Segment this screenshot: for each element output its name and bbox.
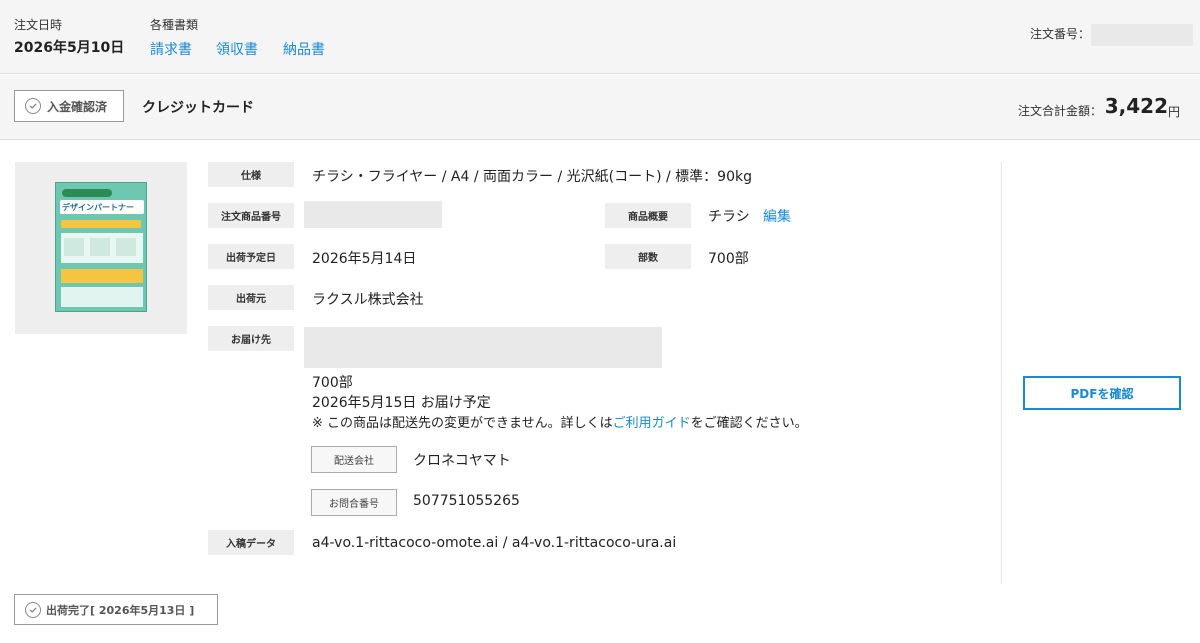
delivery-note-link[interactable]: 納品書 bbox=[283, 39, 325, 59]
data-files-label: 入稿データ bbox=[208, 530, 294, 555]
summary-label: 商品概要 bbox=[605, 203, 691, 228]
spec-value: チラシ・フライヤー / A4 / 両面カラー / 光沢紙(コート) / 標準：9… bbox=[312, 169, 752, 185]
destination-label: お届け先 bbox=[208, 326, 294, 351]
tracking-number: 507751055265 bbox=[413, 493, 520, 509]
order-date-label: 注文日時 bbox=[14, 18, 63, 32]
order-total-unit: 円 bbox=[1167, 105, 1180, 119]
order-number-redacted bbox=[1091, 24, 1193, 46]
notice-prefix: ※ この商品は配送先の変更ができません。詳しくは bbox=[312, 416, 613, 431]
shipper-label: 出荷元 bbox=[208, 285, 294, 310]
copies-label: 部数 bbox=[605, 244, 691, 269]
ship-date-label: 出荷予定日 bbox=[208, 244, 294, 269]
payment-status-label: 入金確認済 bbox=[47, 99, 108, 114]
usage-guide-link[interactable]: ご利用ガイド bbox=[613, 416, 691, 431]
flyer-image: デザインパートナー bbox=[55, 182, 147, 312]
notice-suffix: をご確認ください。 bbox=[690, 416, 808, 431]
check-circle-icon bbox=[25, 98, 41, 114]
change-notice: ※ この商品は配送先の変更ができません。詳しくはご利用ガイドをご確認ください。 bbox=[312, 412, 808, 431]
order-total-label: 注文合計金額： bbox=[1017, 104, 1102, 118]
order-date: 2026年5月10日 bbox=[14, 40, 125, 56]
product-number-label: 注文商品番号 bbox=[208, 203, 294, 228]
destination-copies: 700部 bbox=[312, 375, 353, 391]
ship-date-value: 2026年5月14日 bbox=[312, 251, 417, 267]
product-thumbnail: デザインパートナー bbox=[15, 162, 187, 334]
product-number-redacted bbox=[304, 201, 442, 228]
order-number-label: 注文番号： bbox=[1029, 27, 1090, 41]
check-pdf-button[interactable]: PDFを確認 bbox=[1023, 376, 1181, 410]
tracking-label: お問合番号 bbox=[311, 489, 397, 516]
edit-summary-link[interactable]: 編集 bbox=[763, 206, 791, 226]
shipment-status-badge: 出荷完了[ 2026年5月13日 ] bbox=[14, 594, 218, 625]
carrier-label: 配送会社 bbox=[311, 446, 397, 473]
order-total-value: 3,422 bbox=[1104, 94, 1168, 118]
flyer-headline: デザインパートナー bbox=[62, 203, 134, 212]
payment-method: クレジットカード bbox=[142, 100, 254, 116]
check-circle-icon bbox=[25, 601, 41, 618]
order-header: 注文日時 2026年5月10日 各種書類 請求書 領収書 納品書 注文番号： bbox=[0, 0, 1200, 74]
copies-value: 700部 bbox=[708, 251, 749, 267]
column-divider bbox=[1001, 162, 1002, 584]
destination-address-redacted bbox=[304, 327, 662, 368]
summary-value: チラシ bbox=[708, 209, 750, 225]
shipper-value: ラクスル株式会社 bbox=[312, 292, 424, 308]
shipment-status-label: 出荷完了[ 2026年5月13日 ] bbox=[46, 603, 195, 617]
delivery-date: 2026年5月15日 お届け予定 bbox=[312, 395, 491, 411]
invoice-link[interactable]: 請求書 bbox=[150, 39, 192, 59]
documents-label: 各種書類 bbox=[150, 18, 199, 32]
data-files-value: a4-vo.1-rittacoco-omote.ai / a4-vo.1-rit… bbox=[312, 535, 677, 551]
payment-status-badge: 入金確認済 bbox=[14, 90, 124, 122]
receipt-link[interactable]: 領収書 bbox=[216, 39, 258, 59]
spec-label: 仕様 bbox=[208, 162, 294, 187]
payment-row: 入金確認済 クレジットカード 注文合計金額： 3,422 円 bbox=[0, 75, 1200, 140]
carrier-value: クロネコヤマト bbox=[413, 453, 511, 469]
